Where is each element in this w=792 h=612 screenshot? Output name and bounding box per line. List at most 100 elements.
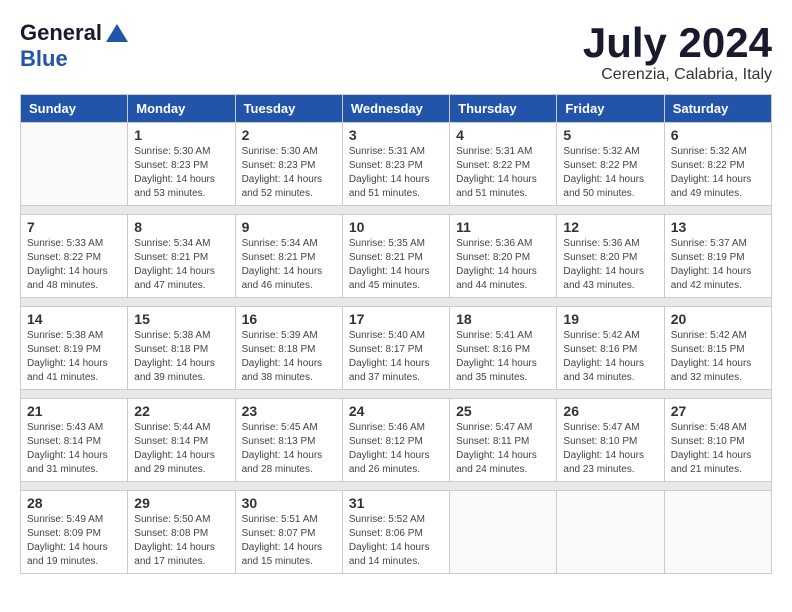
day-detail: Sunrise: 5:30 AM Sunset: 8:23 PM Dayligh… <box>242 145 336 201</box>
day-number: 5 <box>563 127 657 143</box>
calendar-cell: 25 Sunrise: 5:47 AM Sunset: 8:11 PM Dayli… <box>450 399 557 482</box>
header: General Blue July 2024 Cerenzia, Calabri… <box>20 20 772 84</box>
day-number: 27 <box>671 403 765 419</box>
week-row-4: 21 Sunrise: 5:43 AM Sunset: 8:14 PM Dayli… <box>21 399 772 482</box>
day-number: 21 <box>27 403 121 419</box>
day-detail: Sunrise: 5:40 AM Sunset: 8:17 PM Dayligh… <box>349 329 443 385</box>
day-number: 13 <box>671 219 765 235</box>
calendar-cell: 6Sunrise: 5:32 AM Sunset: 8:22 PM Daylig… <box>664 123 771 206</box>
weekday-header-tuesday: Tuesday <box>235 95 342 123</box>
day-detail: Sunrise: 5:45 AM Sunset: 8:13 PM Dayligh… <box>242 421 336 477</box>
weekday-header-monday: Monday <box>128 95 235 123</box>
day-number: 18 <box>456 311 550 327</box>
day-number: 11 <box>456 219 550 235</box>
calendar-cell: 20Sunrise: 5:42 AM Sunset: 8:15 PM Dayli… <box>664 307 771 390</box>
day-detail: Sunrise: 5:38 AM Sunset: 8:19 PM Dayligh… <box>27 329 121 385</box>
weekday-header-wednesday: Wednesday <box>342 95 449 123</box>
title-area: July 2024 Cerenzia, Calabria, Italy <box>583 20 772 84</box>
calendar-cell: 7 Sunrise: 5:33 AM Sunset: 8:22 PM Daylig… <box>21 215 128 298</box>
day-detail: Sunrise: 5:49 AM Sunset: 8:09 PM Dayligh… <box>27 513 121 569</box>
day-detail: Sunrise: 5:33 AM Sunset: 8:22 PM Dayligh… <box>27 237 121 293</box>
day-number: 24 <box>349 403 443 419</box>
day-number: 3 <box>349 127 443 143</box>
calendar-cell: 4Sunrise: 5:31 AM Sunset: 8:22 PM Daylig… <box>450 123 557 206</box>
day-detail: Sunrise: 5:37 AM Sunset: 8:19 PM Dayligh… <box>671 237 765 293</box>
calendar-cell: 14Sunrise: 5:38 AM Sunset: 8:19 PM Dayli… <box>21 307 128 390</box>
calendar-cell: 2 Sunrise: 5:30 AM Sunset: 8:23 PM Daylig… <box>235 123 342 206</box>
day-detail: Sunrise: 5:52 AM Sunset: 8:06 PM Dayligh… <box>349 513 443 569</box>
day-number: 23 <box>242 403 336 419</box>
calendar-cell: 19 Sunrise: 5:42 AM Sunset: 8:16 PM Dayli… <box>557 307 664 390</box>
day-detail: Sunrise: 5:42 AM Sunset: 8:16 PM Dayligh… <box>563 329 657 385</box>
calendar-cell: 13 Sunrise: 5:37 AM Sunset: 8:19 PM Dayli… <box>664 215 771 298</box>
row-separator <box>21 298 772 307</box>
calendar-cell <box>557 491 664 574</box>
week-row-3: 14Sunrise: 5:38 AM Sunset: 8:19 PM Dayli… <box>21 307 772 390</box>
logo-icon <box>106 22 128 44</box>
subtitle: Cerenzia, Calabria, Italy <box>583 66 772 84</box>
calendar-cell: 5Sunrise: 5:32 AM Sunset: 8:22 PM Daylig… <box>557 123 664 206</box>
calendar-cell: 28 Sunrise: 5:49 AM Sunset: 8:09 PM Dayli… <box>21 491 128 574</box>
day-detail: Sunrise: 5:47 AM Sunset: 8:10 PM Dayligh… <box>563 421 657 477</box>
calendar-cell <box>664 491 771 574</box>
day-detail: Sunrise: 5:42 AM Sunset: 8:15 PM Dayligh… <box>671 329 765 385</box>
day-number: 7 <box>27 219 121 235</box>
row-separator <box>21 482 772 491</box>
row-separator <box>21 206 772 215</box>
calendar-cell: 12 Sunrise: 5:36 AM Sunset: 8:20 PM Dayli… <box>557 215 664 298</box>
calendar-cell: 23 Sunrise: 5:45 AM Sunset: 8:13 PM Dayli… <box>235 399 342 482</box>
day-number: 15 <box>134 311 228 327</box>
day-number: 1 <box>134 127 228 143</box>
day-detail: Sunrise: 5:31 AM Sunset: 8:22 PM Dayligh… <box>456 145 550 201</box>
day-number: 12 <box>563 219 657 235</box>
calendar-cell: 31 Sunrise: 5:52 AM Sunset: 8:06 PM Dayli… <box>342 491 449 574</box>
calendar-cell: 27 Sunrise: 5:48 AM Sunset: 8:10 PM Dayli… <box>664 399 771 482</box>
day-detail: Sunrise: 5:50 AM Sunset: 8:08 PM Dayligh… <box>134 513 228 569</box>
day-detail: Sunrise: 5:44 AM Sunset: 8:14 PM Dayligh… <box>134 421 228 477</box>
day-detail: Sunrise: 5:34 AM Sunset: 8:21 PM Dayligh… <box>242 237 336 293</box>
weekday-header-friday: Friday <box>557 95 664 123</box>
calendar-cell: 8 Sunrise: 5:34 AM Sunset: 8:21 PM Daylig… <box>128 215 235 298</box>
day-detail: Sunrise: 5:32 AM Sunset: 8:22 PM Dayligh… <box>671 145 765 201</box>
calendar-cell: 29Sunrise: 5:50 AM Sunset: 8:08 PM Dayli… <box>128 491 235 574</box>
week-row-1: 1 Sunrise: 5:30 AM Sunset: 8:23 PM Daylig… <box>21 123 772 206</box>
day-number: 30 <box>242 495 336 511</box>
day-number: 8 <box>134 219 228 235</box>
week-row-2: 7 Sunrise: 5:33 AM Sunset: 8:22 PM Daylig… <box>21 215 772 298</box>
day-number: 2 <box>242 127 336 143</box>
calendar-cell: 17 Sunrise: 5:40 AM Sunset: 8:17 PM Dayli… <box>342 307 449 390</box>
day-detail: Sunrise: 5:36 AM Sunset: 8:20 PM Dayligh… <box>456 237 550 293</box>
calendar-cell: 21 Sunrise: 5:43 AM Sunset: 8:14 PM Dayli… <box>21 399 128 482</box>
calendar-cell: 10 Sunrise: 5:35 AM Sunset: 8:21 PM Dayli… <box>342 215 449 298</box>
day-detail: Sunrise: 5:43 AM Sunset: 8:14 PM Dayligh… <box>27 421 121 477</box>
logo-general-text: General <box>20 20 102 46</box>
day-detail: Sunrise: 5:35 AM Sunset: 8:21 PM Dayligh… <box>349 237 443 293</box>
day-number: 31 <box>349 495 443 511</box>
day-number: 17 <box>349 311 443 327</box>
calendar-cell: 30 Sunrise: 5:51 AM Sunset: 8:07 PM Dayli… <box>235 491 342 574</box>
day-detail: Sunrise: 5:46 AM Sunset: 8:12 PM Dayligh… <box>349 421 443 477</box>
calendar-cell: 9 Sunrise: 5:34 AM Sunset: 8:21 PM Daylig… <box>235 215 342 298</box>
day-detail: Sunrise: 5:41 AM Sunset: 8:16 PM Dayligh… <box>456 329 550 385</box>
weekday-header-sunday: Sunday <box>21 95 128 123</box>
calendar-cell: 11 Sunrise: 5:36 AM Sunset: 8:20 PM Dayli… <box>450 215 557 298</box>
day-detail: Sunrise: 5:47 AM Sunset: 8:11 PM Dayligh… <box>456 421 550 477</box>
calendar-cell <box>21 123 128 206</box>
calendar-cell: 22Sunrise: 5:44 AM Sunset: 8:14 PM Dayli… <box>128 399 235 482</box>
day-detail: Sunrise: 5:34 AM Sunset: 8:21 PM Dayligh… <box>134 237 228 293</box>
day-number: 28 <box>27 495 121 511</box>
day-number: 19 <box>563 311 657 327</box>
month-title: July 2024 <box>583 20 772 66</box>
day-detail: Sunrise: 5:38 AM Sunset: 8:18 PM Dayligh… <box>134 329 228 385</box>
calendar-cell: 18 Sunrise: 5:41 AM Sunset: 8:16 PM Dayli… <box>450 307 557 390</box>
day-number: 25 <box>456 403 550 419</box>
day-detail: Sunrise: 5:39 AM Sunset: 8:18 PM Dayligh… <box>242 329 336 385</box>
day-number: 16 <box>242 311 336 327</box>
day-number: 9 <box>242 219 336 235</box>
day-number: 10 <box>349 219 443 235</box>
day-detail: Sunrise: 5:48 AM Sunset: 8:10 PM Dayligh… <box>671 421 765 477</box>
day-detail: Sunrise: 5:51 AM Sunset: 8:07 PM Dayligh… <box>242 513 336 569</box>
day-detail: Sunrise: 5:36 AM Sunset: 8:20 PM Dayligh… <box>563 237 657 293</box>
week-row-5: 28 Sunrise: 5:49 AM Sunset: 8:09 PM Dayli… <box>21 491 772 574</box>
day-detail: Sunrise: 5:30 AM Sunset: 8:23 PM Dayligh… <box>134 145 228 201</box>
